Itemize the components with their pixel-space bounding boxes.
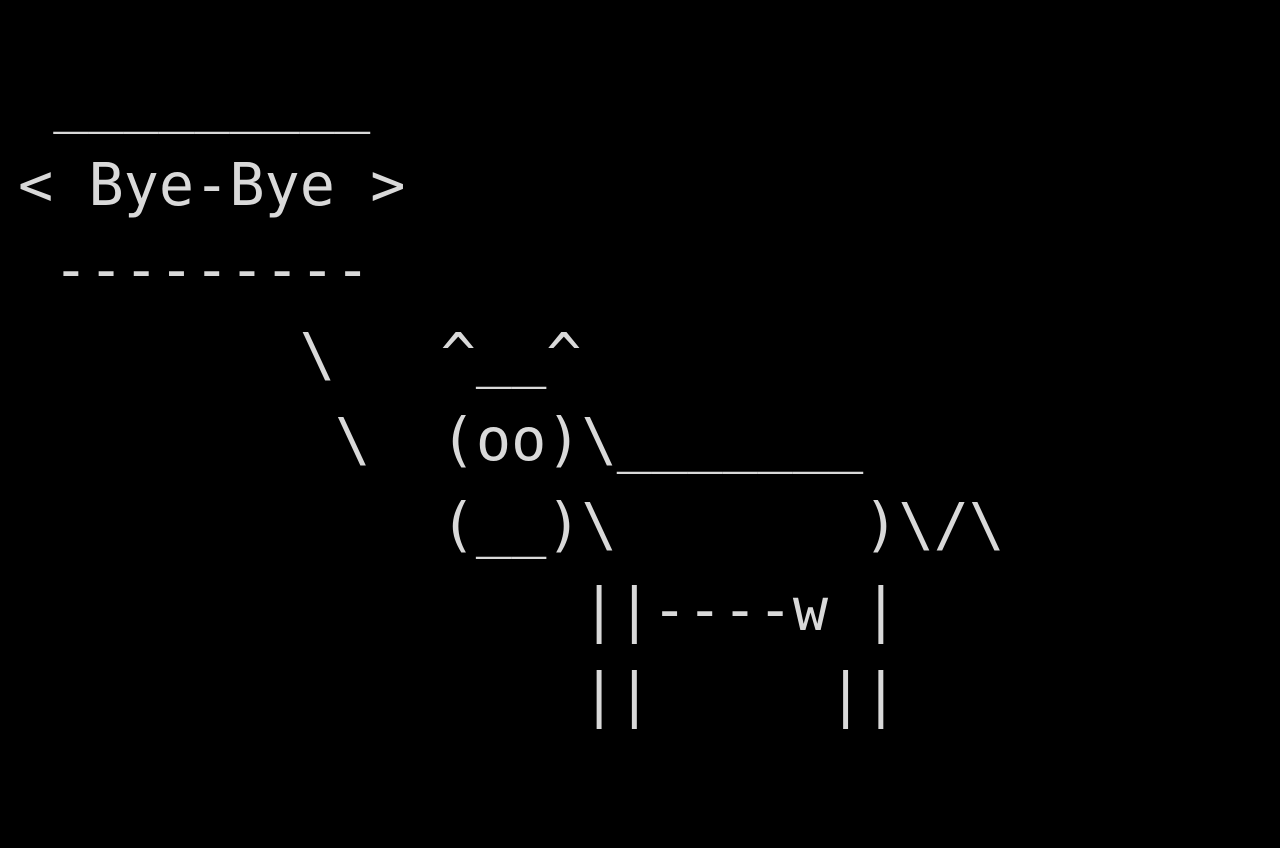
cow-legs-line: || || xyxy=(18,661,899,729)
terminal-window[interactable]: _________ < Bye-Bye > --------- \ ^__^ \ … xyxy=(0,0,1280,848)
speech-bubble-top: _________ xyxy=(18,66,371,134)
cow-eyes-line: \ (oo)\_______ xyxy=(18,406,864,474)
cow-ears-line: \ ^__^ xyxy=(18,321,582,389)
cow-nose-line: (__)\ )\/\ xyxy=(18,491,1005,559)
speech-bubble-message: < Bye-Bye > xyxy=(18,151,406,219)
cowsay-output: _________ < Bye-Bye > --------- \ ^__^ \ … xyxy=(18,58,1004,738)
cow-udder-line: ||----w | xyxy=(18,576,899,644)
speech-bubble-bottom: --------- xyxy=(18,236,371,304)
